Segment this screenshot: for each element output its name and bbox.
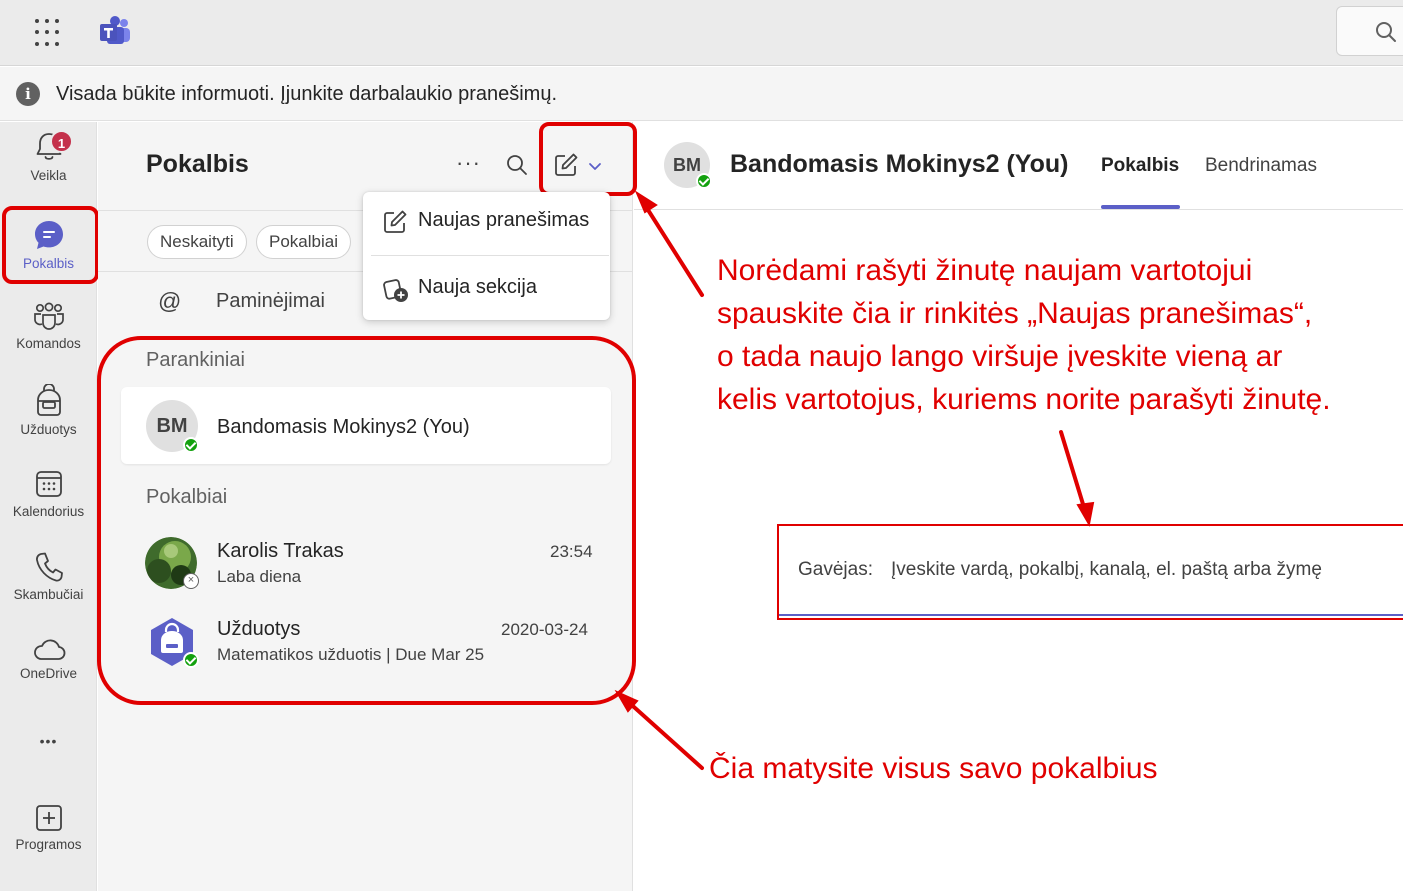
filter-chats[interactable]: Pokalbiai — [256, 225, 351, 259]
info-icon: i — [16, 82, 40, 106]
tab-chat[interactable]: Pokalbis — [1101, 155, 1179, 177]
more-icon: ••• — [39, 733, 58, 749]
conversation-title: Bandomasis Mokinys2 (You) — [730, 150, 1069, 178]
rail-item-more[interactable]: ••• — [0, 733, 97, 751]
annotation-text-bottom: Čia matysite visus savo pokalbius — [709, 752, 1158, 785]
rail-label-onedrive: OneDrive — [19, 666, 78, 681]
rail-label-calls: Skambučiai — [13, 587, 84, 602]
search-icon[interactable] — [1374, 20, 1398, 44]
rail-label-assignments: Užduotys — [20, 422, 77, 437]
search-icon[interactable] — [505, 153, 529, 177]
rail-label-apps: Programos — [15, 837, 82, 852]
compose-highlight-frame — [539, 122, 637, 196]
cloud-icon — [33, 639, 65, 660]
calendar-icon — [35, 471, 62, 497]
page-title: Pokalbis — [146, 150, 249, 178]
annotation-text-line: o tada naujo lango viršuje įveskite vien… — [717, 340, 1283, 373]
new-section-icon — [383, 279, 408, 302]
rail-item-calls[interactable]: Skambučiai — [0, 551, 97, 602]
compose-icon — [384, 210, 407, 233]
rail-item-activity[interactable]: Veikla — [0, 130, 97, 183]
app-launcher-icon[interactable] — [30, 16, 64, 50]
notification-text[interactable]: Visada būkite informuoti. Įjunkite darba… — [56, 83, 557, 106]
chat-highlight-frame — [2, 206, 99, 284]
divider — [634, 209, 1403, 210]
at-sign-icon: @ — [158, 288, 182, 314]
rail-item-apps[interactable]: Programos — [0, 803, 97, 852]
filter-unread[interactable]: Neskaityti — [147, 225, 247, 259]
notification-badge: 1 — [50, 130, 73, 153]
plus-square-icon — [35, 805, 62, 831]
rail-item-calendar[interactable]: Kalendorius — [0, 468, 97, 519]
divider — [371, 255, 609, 256]
arrowhead — [1076, 501, 1095, 527]
menu-item-label: Naujas pranešimas — [418, 209, 590, 231]
annotation-arrow — [641, 200, 704, 297]
input-focus-underline — [779, 614, 1403, 616]
annotation-text-line: kelis vartotojus, kuriems norite parašyt… — [717, 383, 1331, 416]
rail-item-assignments[interactable]: Užduotys — [0, 384, 97, 437]
annotation-arrow — [1059, 430, 1088, 516]
teams-icon — [33, 302, 64, 330]
tab-shared[interactable]: Bendrinamas — [1205, 155, 1317, 177]
rail-label-teams: Komandos — [16, 336, 81, 351]
backpack-icon — [36, 384, 61, 416]
rail-item-onedrive[interactable]: OneDrive — [0, 638, 97, 681]
more-options-button[interactable]: ··· — [456, 150, 481, 176]
chat-list-highlight-frame — [97, 336, 636, 705]
recipient-input[interactable] — [891, 556, 1401, 584]
rail-item-teams[interactable]: Komandos — [0, 302, 97, 351]
menu-item-label: Nauja sekcija — [418, 276, 537, 298]
annotation-text-line: Norėdami rašyti žinutę naujam vartotojui — [717, 254, 1253, 287]
phone-icon — [35, 552, 63, 582]
title-bar — [0, 0, 1403, 66]
presence-available-icon — [696, 173, 712, 189]
recipient-label: Gavėjas: — [798, 559, 873, 580]
mentions-item[interactable]: Paminėjimai — [216, 290, 325, 313]
rail-label-calendar: Kalendorius — [12, 504, 85, 519]
rail-label-activity: Veikla — [30, 168, 67, 183]
annotation-arrow — [623, 697, 704, 770]
teams-logo-icon — [100, 16, 130, 44]
annotation-text-line: spauskite čia ir rinkitės „Naujas praneš… — [717, 297, 1313, 330]
